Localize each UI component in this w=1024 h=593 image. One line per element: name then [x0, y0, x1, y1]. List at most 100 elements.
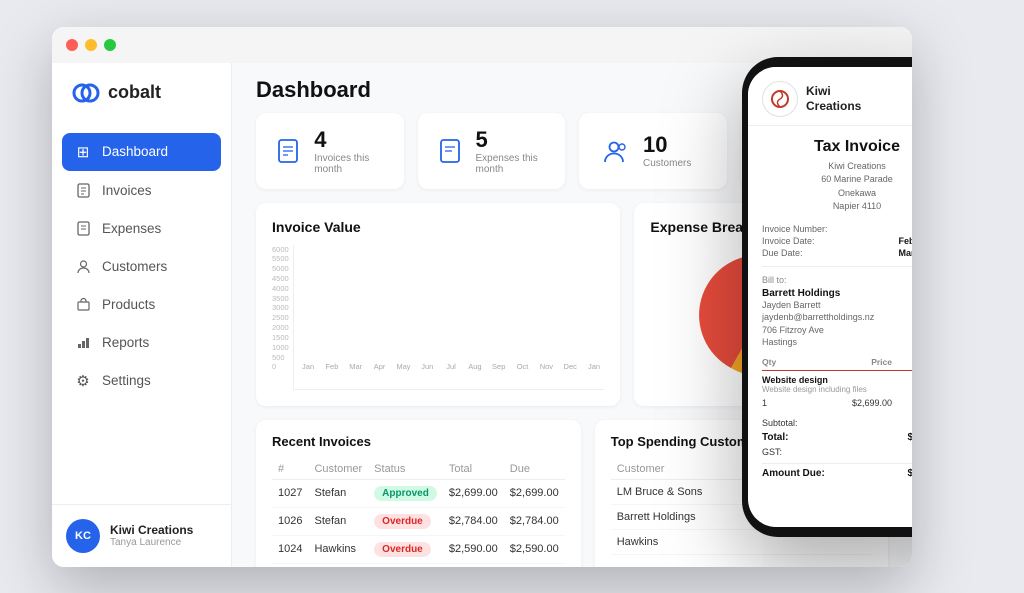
table-row: 1026 Stefan Overdue $2,784.00 $2,784.00 [272, 507, 565, 535]
recent-invoices-table: # Customer Status Total Due 1027 Stefan … [272, 459, 565, 564]
inv-meta-due: Due Date: Mar 20, 2023 [762, 248, 912, 258]
user-subtitle: Tanya Laurence [110, 537, 193, 548]
y-label-2000: 2000 [272, 323, 289, 332]
inv-gst-label: GST: [762, 447, 782, 457]
inv-col-qty: Qty [762, 357, 832, 367]
inv-address-line2: 60 Marine Parade [821, 174, 893, 184]
invoice-header: Kiwi Creations [748, 67, 912, 126]
stat-card-expenses: 5 Expenses this month [418, 113, 566, 189]
bar-label-jan2: Jan [588, 362, 600, 371]
inv-item-row: 1 $2,699.00 $2,699.00 [762, 398, 912, 408]
stat-number-invoices: 4 [314, 127, 385, 153]
inv-bill-addr1: 706 Fitzroy Ave [762, 325, 824, 335]
invoice-company-name-line1: Kiwi [806, 84, 861, 98]
user-info: Kiwi Creations Tanya Laurence [110, 523, 193, 548]
maximize-button[interactable] [104, 39, 116, 51]
stat-info-expenses: 5 Expenses this month [476, 127, 548, 175]
cell-total-2: $2,590.00 [443, 535, 504, 563]
inv-bill-company: Barrett Holdings [762, 288, 912, 299]
recent-invoices-title: Recent Invoices [272, 434, 565, 449]
inv-bill-addr2: Hastings [762, 337, 797, 347]
status-badge-approved: Approved [374, 486, 437, 501]
sidebar-label-dashboard: Dashboard [102, 144, 168, 159]
inv-bill-to-label: Bill to: [762, 275, 912, 285]
inv-meta-date: Invoice Date: Feb 13, 2023 [762, 236, 912, 246]
inv-item-description: Website design [762, 375, 912, 385]
app-window: cobalt ⊞ Dashboard Invoices Expenses [52, 27, 912, 567]
y-label-500: 500 [272, 353, 289, 362]
inv-address-line1: Kiwi Creations [828, 161, 886, 171]
bar-label-jul: Jul [446, 362, 456, 371]
sidebar-item-products[interactable]: Products [62, 287, 221, 323]
cell-customer-2: Hawkins [308, 535, 368, 563]
y-label-2500: 2500 [272, 313, 289, 322]
inv-meta-value-due: Mar 20, 2023 [898, 248, 912, 258]
inv-meta-number: Invoice Number: 1028 [762, 224, 912, 234]
sidebar-item-expenses[interactable]: Expenses [62, 211, 221, 247]
y-label-1000: 1000 [272, 343, 289, 352]
col-header-total: Total [443, 459, 504, 480]
bar-label-oct: Oct [517, 362, 529, 371]
sidebar-label-expenses: Expenses [102, 221, 161, 236]
sidebar-item-settings[interactable]: ⚙ Settings [62, 363, 221, 399]
y-label-4500: 4500 [272, 274, 289, 283]
cell-due-2: $2,590.00 [504, 535, 565, 563]
cell-num-1: 1026 [272, 507, 308, 535]
y-label-3500: 3500 [272, 294, 289, 303]
inv-items-header: Qty Price Total [762, 357, 912, 371]
sidebar-item-reports[interactable]: Reports [62, 325, 221, 361]
bar-label-apr: Apr [374, 362, 386, 371]
customers-icon [74, 258, 92, 276]
avatar: KC [66, 519, 100, 553]
stat-label-expenses: Expenses this month [476, 153, 548, 175]
inv-amount-due-row: Amount Due: $2,699.00 [762, 463, 912, 479]
status-badge-overdue-1: Overdue [374, 514, 431, 529]
sidebar-label-reports: Reports [102, 335, 149, 350]
inv-divider-1 [762, 266, 912, 267]
sidebar-item-invoices[interactable]: Invoices [62, 173, 221, 209]
inv-col-price: Price [832, 357, 892, 367]
cell-status-0: Approved [368, 479, 443, 507]
cell-status-1: Overdue [368, 507, 443, 535]
stat-info-customers: 10 Customers [643, 132, 691, 169]
sidebar-label-invoices: Invoices [102, 183, 152, 198]
sidebar: cobalt ⊞ Dashboard Invoices Expenses [52, 27, 232, 567]
col-header-status: Status [368, 459, 443, 480]
inv-meta-label-date: Invoice Date: [762, 236, 815, 246]
inv-subtotal-row: Subtotal: $2,699.00 [762, 416, 912, 430]
recent-invoices-card: Recent Invoices # Customer Status Total … [256, 420, 581, 567]
sidebar-item-dashboard[interactable]: ⊞ Dashboard [62, 133, 221, 171]
invoice-body: Tax Invoice Kiwi Creations 60 Marine Par… [748, 126, 912, 527]
sidebar-label-products: Products [102, 297, 155, 312]
bar-label-dec: Dec [564, 362, 577, 371]
inv-meta-label-due: Due Date: [762, 248, 803, 258]
cell-total-0: $2,699.00 [443, 479, 504, 507]
cell-due-0: $2,699.00 [504, 479, 565, 507]
y-label-6000: 6000 [272, 245, 289, 254]
inv-item-qty: 1 [762, 398, 832, 408]
sidebar-item-customers[interactable]: Customers [62, 249, 221, 285]
inv-totals: Subtotal: $2,699.00 Total: $2,699.00 GST… [762, 416, 912, 479]
phone-mockup: Kiwi Creations Tax Invoice Kiwi Creation… [742, 57, 912, 537]
invoice-address: Kiwi Creations 60 Marine Parade Onekawa … [762, 160, 912, 214]
cell-status-2: Overdue [368, 535, 443, 563]
invoice-stat-icon [274, 134, 302, 168]
cell-num-0: 1027 [272, 479, 308, 507]
reports-icon [74, 334, 92, 352]
close-button[interactable] [66, 39, 78, 51]
minimize-button[interactable] [85, 39, 97, 51]
invoice-title: Tax Invoice [762, 138, 912, 156]
sidebar-nav: ⊞ Dashboard Invoices Expenses Customers [52, 123, 231, 504]
inv-subtotal-label: Subtotal: [762, 418, 798, 428]
stat-number-customers: 10 [643, 132, 691, 158]
bar-label-may: May [396, 362, 410, 371]
y-label-5000: 5000 [272, 264, 289, 273]
stat-label-customers: Customers [643, 158, 691, 169]
col-header-customer: Customer [308, 459, 368, 480]
bar-label-jan1: Jan [302, 362, 314, 371]
invoice-company-header: Kiwi Creations [806, 84, 861, 113]
inv-address-line4: Napier 4110 [833, 201, 881, 211]
y-label-0: 0 [272, 362, 289, 371]
customers-stat-icon [597, 134, 631, 168]
y-label-3000: 3000 [272, 303, 289, 312]
